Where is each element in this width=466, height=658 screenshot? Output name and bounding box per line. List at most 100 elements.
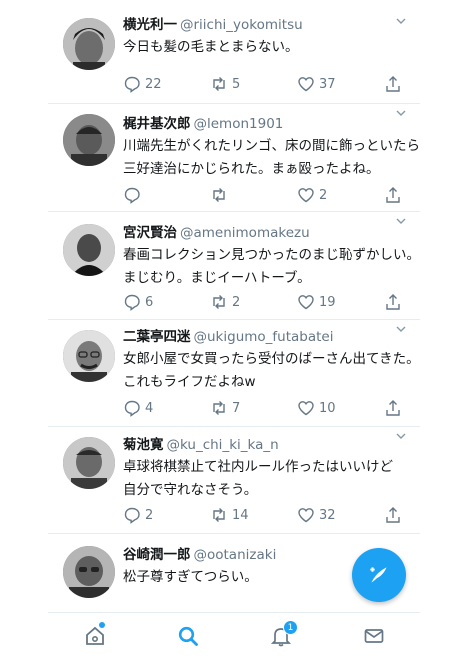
retweet-count: 14 (232, 507, 249, 523)
reply-button[interactable]: 4 (123, 398, 210, 418)
chevron-down-icon[interactable] (396, 431, 406, 441)
home-icon (85, 626, 104, 645)
tab-messages[interactable] (327, 613, 420, 658)
tweet[interactable]: 菊池寛 @ku_chi_ki_ka_n 卓球将棋禁止て社内ルール作ったはいいけど自… (48, 427, 420, 534)
reply-icon (124, 76, 140, 93)
avatar[interactable] (63, 330, 115, 382)
share-icon (386, 294, 400, 310)
retweet-button[interactable]: 5 (210, 74, 297, 94)
reply-button[interactable]: 6 (123, 292, 210, 312)
heart-icon (298, 295, 314, 310)
chevron-down-icon[interactable] (396, 324, 406, 334)
tab-search[interactable] (141, 613, 234, 658)
bottom-tab-bar: 1 (48, 612, 420, 658)
tweet-text: 今日も髪の毛まとまらない。 (123, 36, 406, 59)
like-button[interactable]: 37 (297, 74, 384, 94)
tweet-text: 川端先生がくれたリンゴ、床の間に飾っといたら 三好達治にかじられた。まぁ殴ったよね… (123, 135, 420, 181)
author-handle[interactable]: @lemon1901 (194, 116, 284, 132)
avatar[interactable] (63, 437, 115, 489)
reply-icon (124, 187, 140, 204)
heart-icon (298, 188, 314, 203)
author-handle[interactable]: @ku_chi_ki_ka_n (167, 437, 279, 453)
search-icon (178, 626, 198, 646)
retweet-count: 2 (232, 294, 241, 310)
tab-home[interactable] (48, 613, 141, 658)
retweet-icon (213, 508, 225, 522)
like-count: 2 (319, 187, 328, 203)
retweet-icon (213, 77, 225, 91)
heart-icon (298, 508, 314, 523)
retweet-count: 7 (232, 400, 241, 416)
avatar[interactable] (63, 18, 115, 70)
tweet-text: 春画コレクション見つかったのまじ恥ずかしい。 まじむり。まじイーハトーブ。 (123, 244, 420, 290)
compose-tweet-button[interactable] (352, 548, 406, 602)
share-button[interactable] (384, 398, 406, 418)
tweet-text-line: 女郎小屋で女買ったら受付のばーさん出てきた。 (123, 351, 420, 367)
tweet[interactable]: 梶井基次郎 @lemon1901 川端先生がくれたリンゴ、床の間に飾っといたら 三好… (48, 104, 420, 212)
author-name[interactable]: 菊池寛 (123, 437, 164, 453)
author-handle[interactable]: @riichi_yokomitsu (180, 17, 303, 33)
chevron-down-icon[interactable] (396, 108, 406, 118)
reply-button[interactable]: 22 (123, 74, 210, 94)
share-button[interactable] (384, 185, 406, 205)
retweet-icon (213, 188, 225, 202)
reply-icon (124, 507, 140, 524)
tweet-text: 女郎小屋で女買ったら受付のばーさん出てきた。 これもライフだよねw (123, 348, 420, 394)
tweet[interactable]: 宮沢賢治 @amenimomakezu 春画コレクション見つかったのまじ恥ずかしい… (48, 212, 420, 320)
reply-count: 6 (145, 294, 154, 310)
retweet-button[interactable]: 7 (210, 398, 297, 418)
author-name[interactable]: 谷崎潤一郎 (123, 547, 191, 563)
like-count: 37 (319, 76, 336, 92)
retweet-icon (213, 401, 225, 415)
tweet-text-line: 今日も髪の毛まとまらない。 (123, 39, 299, 55)
heart-icon (298, 77, 314, 92)
like-button[interactable]: 2 (297, 185, 384, 205)
author-name[interactable]: 宮沢賢治 (123, 225, 177, 241)
avatar[interactable] (63, 114, 115, 166)
avatar[interactable] (63, 546, 115, 598)
tweet-text-line: 川端先生がくれたリンゴ、床の間に飾っといたら (123, 138, 420, 154)
retweet-button[interactable]: 14 (210, 505, 297, 525)
timeline: 横光利一 @riichi_yokomitsu 今日も髪の毛まとまらない。 22 5… (48, 0, 420, 612)
chevron-down-icon[interactable] (396, 16, 406, 26)
unread-dot (99, 621, 105, 628)
like-count: 19 (319, 294, 336, 310)
reply-button[interactable] (123, 185, 210, 205)
author-handle[interactable]: @ootanizaki (194, 547, 277, 563)
author-name[interactable]: 二葉亭四迷 (123, 329, 191, 345)
share-button[interactable] (384, 74, 406, 94)
share-icon (386, 400, 400, 416)
retweet-button[interactable] (210, 185, 297, 205)
tweet-text-line: 自分で守れなさそう。 (123, 482, 258, 498)
reply-icon (124, 294, 140, 311)
tweet[interactable]: 横光利一 @riichi_yokomitsu 今日も髪の毛まとまらない。 22 5… (48, 0, 420, 104)
notifications-badge: 1 (283, 619, 298, 635)
author-name[interactable]: 横光利一 (123, 17, 177, 33)
like-button[interactable]: 19 (297, 292, 384, 312)
avatar[interactable] (63, 224, 115, 276)
reply-button[interactable]: 2 (123, 505, 210, 525)
author-handle[interactable]: @amenimomakezu (180, 225, 310, 241)
heart-icon (298, 401, 314, 416)
messages-icon (364, 628, 383, 643)
like-count: 32 (319, 507, 336, 523)
tweet-text-line: まじむり。まじイーハトーブ。 (123, 270, 311, 286)
author-name[interactable]: 梶井基次郎 (123, 116, 191, 132)
reply-count: 4 (145, 400, 154, 416)
share-button[interactable] (384, 505, 406, 525)
tweet-text-line: 三好達治にかじられた。まぁ殴ったよね。 (123, 161, 380, 177)
chevron-down-icon[interactable] (396, 216, 406, 226)
like-button[interactable]: 32 (297, 505, 384, 525)
tweet[interactable]: 二葉亭四迷 @ukigumo_futabatei 女郎小屋で女買ったら受付のばーさ… (48, 320, 420, 427)
tab-notifications[interactable]: 1 (234, 613, 327, 658)
tweet-text: 卓球将棋禁止て社内ルール作ったはいいけど 自分で守れなさそう。 (123, 456, 406, 502)
share-button[interactable] (384, 292, 406, 312)
like-button[interactable]: 10 (297, 398, 384, 418)
compose-icon (370, 567, 387, 583)
retweet-button[interactable]: 2 (210, 292, 297, 312)
reply-icon (124, 400, 140, 417)
reply-count: 22 (145, 76, 162, 92)
like-count: 10 (319, 400, 336, 416)
tweet-text-line: 春画コレクション見つかったのまじ恥ずかしい。 (123, 247, 420, 263)
author-handle[interactable]: @ukigumo_futabatei (194, 329, 334, 345)
